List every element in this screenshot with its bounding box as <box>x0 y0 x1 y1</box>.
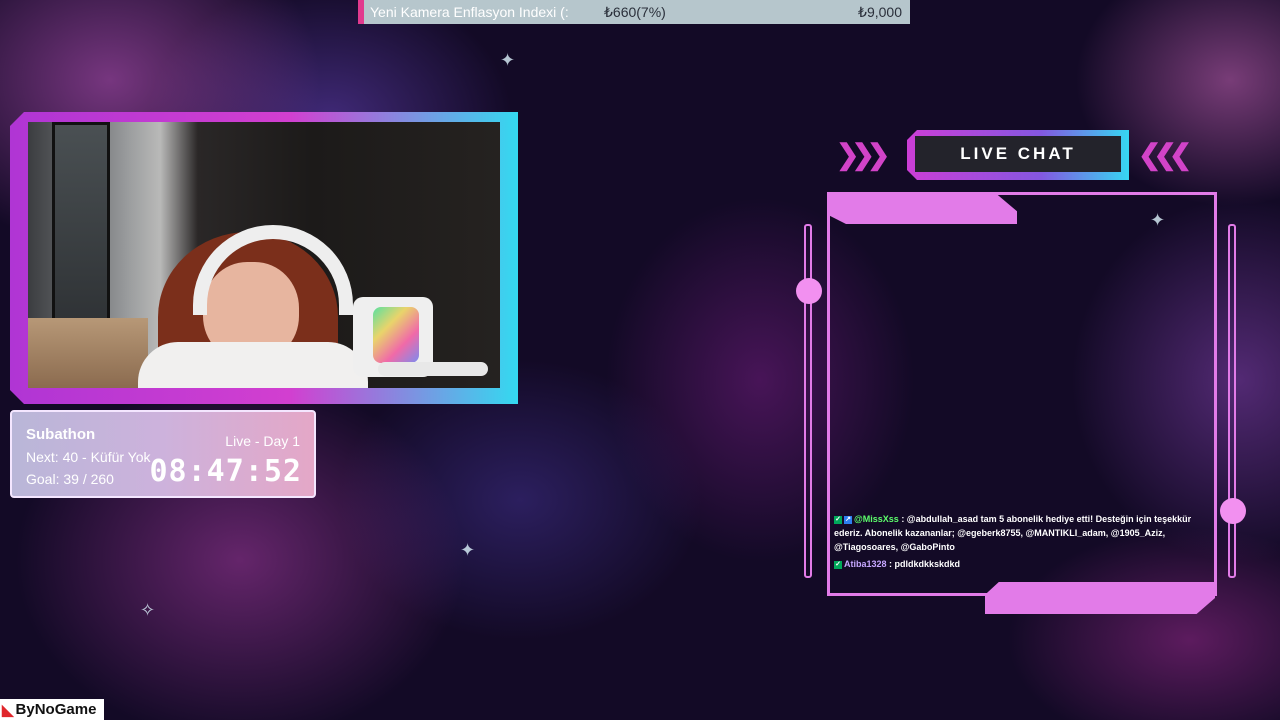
subathon-next: Next: 40 - Küfür Yok <box>26 449 151 465</box>
ticker-label: Yeni Kamera Enflasyon Indexi (: <box>370 4 569 20</box>
chat-username[interactable]: Atiba1328 <box>844 559 887 569</box>
live-chat-header: LIVE CHAT <box>907 130 1129 180</box>
chat-bar-top <box>827 192 1017 224</box>
watermark: ◣ ByNoGame <box>0 699 104 720</box>
chat-messages: ✓ ↗ @MissXss : @abdullah_asad tam 5 abonel… <box>834 512 1194 574</box>
watermark-text: ByNoGame <box>15 701 97 718</box>
subathon-live-day: Live - Day 1 <box>225 433 300 449</box>
right-rail-knob <box>1220 498 1246 524</box>
subathon-goal: Goal: 39 / 260 <box>26 471 114 487</box>
left-rail-knob <box>796 278 822 304</box>
webcam-frame <box>10 112 518 404</box>
chat-text: : pdldkdkkskdkd <box>886 559 961 569</box>
subathon-title: Subathon <box>26 426 96 443</box>
bot-badge-icon: ↗ <box>844 515 852 524</box>
webcam-floor <box>28 318 148 388</box>
live-chat-title: LIVE CHAT <box>960 144 1076 163</box>
subathon-timer: 08:47:52 <box>149 454 302 489</box>
ticker-total: ₺9,000 <box>858 3 902 20</box>
ticker-change: ₺660(7%) <box>604 3 666 20</box>
microphone-light <box>373 307 419 363</box>
live-chat-header-inner: LIVE CHAT <box>915 136 1121 172</box>
webcam-feed <box>28 122 500 388</box>
chevron-left-icon: ❮❮❮ <box>1138 139 1192 170</box>
donation-ticker: Yeni Kamera Enflasyon Indexi (: ₺660(7%)… <box>358 0 910 24</box>
chat-message: ✓ Atiba1328 : pdldkdkkskdkd <box>834 557 1194 571</box>
chat-bar-bottom <box>985 582 1215 614</box>
sparkle-icon: ✦ <box>500 50 516 70</box>
right-rail <box>1228 224 1236 578</box>
sparkle-icon: ✧ <box>140 600 156 620</box>
moderator-badge-icon: ✓ <box>834 515 842 524</box>
sparkle-icon: ✦ <box>460 540 476 560</box>
moderator-badge-icon: ✓ <box>834 560 842 569</box>
bynogame-logo-icon: ◣ <box>2 701 14 719</box>
microphone-arm <box>378 362 488 376</box>
chat-message: ✓ ↗ @MissXss : @abdullah_asad tam 5 abonel… <box>834 512 1194 554</box>
chevron-right-icon: ❯❯❯ <box>836 139 890 170</box>
subathon-panel: Subathon Next: 40 - Küfür Yok Goal: 39 /… <box>10 410 316 498</box>
chat-username[interactable]: @MissXss <box>854 514 899 524</box>
streamer-body <box>138 342 368 388</box>
